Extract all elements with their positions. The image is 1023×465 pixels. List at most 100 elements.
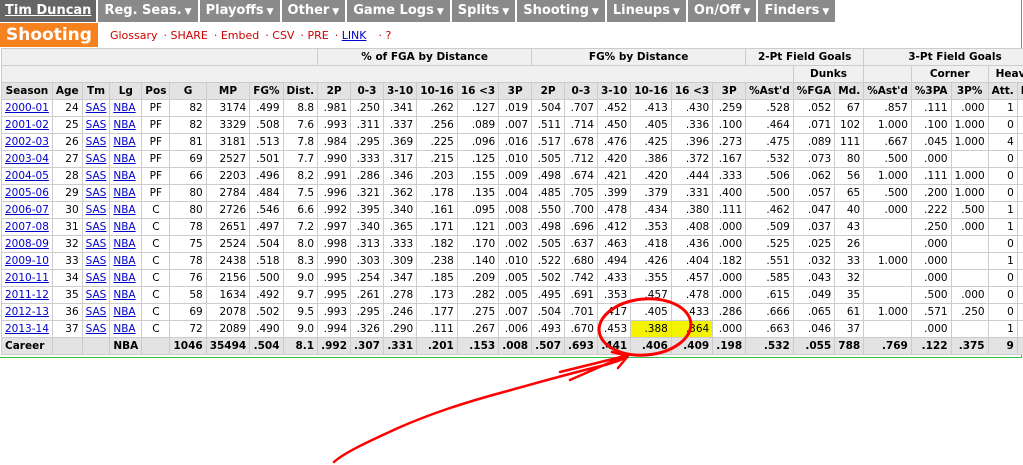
column-header[interactable]: 3P — [498, 82, 533, 100]
nav-menu-reg-seas-[interactable]: Reg. Seas. ▼ — [98, 0, 198, 22]
column-header[interactable]: Md. — [834, 82, 865, 100]
tool-link[interactable]: · LINK — [335, 29, 373, 42]
column-header[interactable]: 0-3 — [350, 82, 384, 100]
nav-menu-splits[interactable]: Splits ▼ — [451, 0, 516, 22]
season-link[interactable]: 2008-09 — [5, 238, 49, 250]
table-cell: .404 — [670, 252, 714, 270]
league-link[interactable]: NBA — [113, 153, 135, 165]
column-header[interactable]: 16 <3 — [456, 82, 500, 100]
season-link[interactable]: 2013-14 — [5, 323, 49, 335]
column-header[interactable]: MP — [205, 82, 251, 100]
column-header[interactable]: 2P — [531, 82, 566, 100]
team-link[interactable]: SAS — [86, 170, 107, 182]
table-cell: .462 — [745, 201, 794, 219]
team-link[interactable]: SAS — [86, 153, 107, 165]
team-link[interactable]: SAS — [86, 255, 107, 267]
column-header[interactable]: FG% — [249, 82, 284, 100]
column-header[interactable]: 10-16 — [630, 82, 672, 100]
caret-down-icon: ▼ — [436, 7, 444, 17]
team-link[interactable]: SAS — [86, 221, 107, 233]
league-link[interactable]: NBA — [113, 221, 135, 233]
nav-menu-lineups[interactable]: Lineups ▼ — [606, 0, 686, 22]
league-link[interactable]: NBA — [113, 255, 135, 267]
season-link[interactable]: 2001-02 — [5, 119, 49, 131]
season-link[interactable]: 2006-07 — [5, 204, 49, 216]
team-link[interactable]: SAS — [86, 187, 107, 199]
table-cell: 31 — [51, 218, 83, 236]
table-cell: 0 — [1016, 150, 1023, 168]
league-link[interactable]: NBA — [113, 289, 135, 301]
league-link[interactable]: NBA — [113, 136, 135, 148]
nav-player-name[interactable]: Tim Duncan — [0, 0, 97, 22]
tool-link[interactable]: Glossary — [110, 29, 158, 42]
column-header[interactable]: %Ast'd — [745, 82, 794, 100]
column-header[interactable]: Season — [1, 82, 53, 100]
team-link[interactable]: SAS — [86, 272, 107, 284]
column-header[interactable]: 10-16 — [416, 82, 458, 100]
column-header[interactable]: 3-10 — [596, 82, 632, 100]
column-header[interactable]: %Ast'd — [863, 82, 912, 100]
team-link[interactable]: SAS — [86, 306, 107, 318]
nav-menu-finders[interactable]: Finders ▼ — [758, 0, 836, 22]
league-link[interactable]: NBA — [113, 170, 135, 182]
league-link[interactable]: NBA — [113, 187, 135, 199]
season-link[interactable]: 2005-06 — [5, 187, 49, 199]
table-cell: .005 — [498, 286, 533, 304]
league-link[interactable]: NBA — [113, 204, 135, 216]
table-cell: .984 — [317, 133, 352, 151]
season-link[interactable]: 2010-11 — [5, 272, 49, 284]
tool-link[interactable]: · PRE — [300, 29, 328, 42]
team-link[interactable]: SAS — [86, 119, 107, 131]
column-header[interactable]: 16 <3 — [670, 82, 714, 100]
season-link[interactable]: 2011-12 — [5, 289, 49, 301]
column-header[interactable]: %3PA — [910, 82, 952, 100]
team-link[interactable]: SAS — [86, 238, 107, 250]
season-link[interactable]: 2000-01 — [5, 102, 49, 114]
tool-link[interactable]: · ? — [379, 29, 392, 42]
table-cell: SAS — [81, 99, 111, 117]
nav-menu-on-off[interactable]: On/Off ▼ — [687, 0, 757, 22]
team-link[interactable]: SAS — [86, 102, 107, 114]
season-link[interactable]: 2007-08 — [5, 221, 49, 233]
nav-menu-shooting[interactable]: Shooting ▼ — [517, 0, 605, 22]
nav-menu-playoffs[interactable]: Playoffs ▼ — [199, 0, 280, 22]
column-header[interactable]: 3P% — [950, 82, 989, 100]
column-header[interactable]: 3-10 — [382, 82, 418, 100]
nav-menu-game-logs[interactable]: Game Logs ▼ — [347, 0, 450, 22]
column-header[interactable]: 0-3 — [564, 82, 598, 100]
team-link[interactable]: SAS — [86, 323, 107, 335]
league-link[interactable]: NBA — [113, 323, 135, 335]
tool-link[interactable]: · Embed — [214, 29, 259, 42]
column-header[interactable]: Pos — [141, 82, 171, 100]
league-link[interactable]: NBA — [113, 238, 135, 250]
team-link[interactable]: SAS — [86, 204, 107, 216]
column-header[interactable]: 2P — [317, 82, 352, 100]
link-anchor[interactable]: LINK — [342, 29, 367, 42]
league-link[interactable]: NBA — [113, 119, 135, 131]
table-cell: 2203 — [205, 167, 251, 185]
team-link[interactable]: SAS — [86, 136, 107, 148]
column-header[interactable]: Att. — [987, 82, 1018, 100]
table-cell: 0 — [1016, 184, 1023, 202]
column-header[interactable]: Tm — [81, 82, 111, 100]
column-header[interactable]: Lg — [109, 82, 143, 100]
league-link[interactable]: NBA — [113, 306, 135, 318]
season-link[interactable]: 2012-13 — [5, 306, 49, 318]
table-cell: .769 — [863, 337, 912, 355]
league-link[interactable]: NBA — [113, 102, 135, 114]
season-link[interactable]: 2009-10 — [5, 255, 49, 267]
tool-link[interactable]: · CSV — [265, 29, 294, 42]
column-header[interactable]: 3P — [712, 82, 747, 100]
column-header[interactable]: Dist. — [282, 82, 319, 100]
league-link[interactable]: NBA — [113, 272, 135, 284]
tool-link[interactable]: · SHARE — [163, 29, 207, 42]
nav-menu-other[interactable]: Other ▼ — [281, 0, 346, 22]
column-header[interactable]: Md. — [1016, 82, 1023, 100]
season-link[interactable]: 2004-05 — [5, 170, 49, 182]
column-header[interactable]: G — [169, 82, 207, 100]
season-link[interactable]: 2002-03 — [5, 136, 49, 148]
team-link[interactable]: SAS — [86, 289, 107, 301]
column-header[interactable]: Age — [51, 82, 83, 100]
season-link[interactable]: 2003-04 — [5, 153, 49, 165]
column-header[interactable]: %FGA — [792, 82, 836, 100]
